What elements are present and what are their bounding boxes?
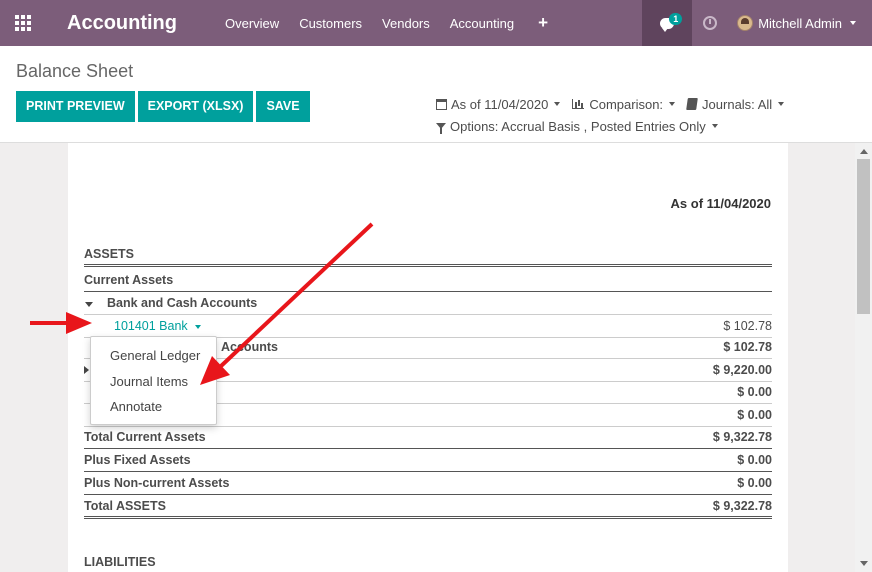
calendar-icon [436, 98, 447, 110]
caret-down-icon [554, 102, 561, 106]
activity-clock-icon[interactable] [703, 16, 718, 30]
row-amount: $ 102.78 [723, 340, 772, 354]
row-amount: $ 9,220.00 [712, 363, 772, 377]
menu-vendors[interactable]: Vendors [382, 16, 430, 31]
caret-down-icon[interactable] [194, 324, 201, 329]
account-context-menu: General Ledger Journal Items Annotate [90, 336, 217, 425]
action-buttons: PRINT PREVIEW EXPORT (XLSX) SAVE [16, 91, 313, 122]
menu-accounting[interactable]: Accounting [450, 16, 514, 31]
app-brand[interactable]: Accounting [67, 12, 177, 35]
options-filter[interactable]: Options: Accrual Basis , Posted Entries … [436, 119, 718, 134]
caret-down-icon [778, 102, 785, 106]
row-total-current-assets: Total Current Assets $ 9,322.78 [84, 426, 772, 449]
menu-item-general-ledger[interactable]: General Ledger [91, 343, 216, 369]
row-amount: $ 0.00 [737, 453, 772, 467]
menu-item-journal-items[interactable]: Journal Items [91, 369, 216, 395]
scrollbar-thumb[interactable] [857, 159, 870, 314]
scroll-up-arrow-icon[interactable] [860, 149, 868, 154]
journals-filter[interactable]: Journals: All [686, 96, 785, 112]
plus-icon[interactable]: + [538, 13, 548, 33]
row-current-assets[interactable]: Current Assets [84, 269, 772, 292]
caret-down-icon[interactable] [850, 21, 856, 25]
row-label: Total ASSETS [84, 499, 166, 513]
filter-icon [436, 123, 446, 134]
page-title: Balance Sheet [16, 61, 134, 81]
row-plus-non-current-assets[interactable]: Plus Non-current Assets $ 0.00 [84, 472, 772, 495]
comparison-label: Comparison: [589, 96, 664, 112]
row-label: Plus Non-current Assets [84, 476, 230, 490]
user-menu[interactable]: Mitchell Admin [758, 16, 842, 31]
options-label: Options: Accrual Basis , Posted Entries … [450, 118, 706, 134]
row-label: Total Current Assets [84, 430, 206, 444]
vertical-scrollbar[interactable] [855, 143, 872, 572]
row-amount: $ 9,322.78 [712, 430, 772, 444]
menu-customers[interactable]: Customers [299, 16, 362, 31]
row-amount: $ 0.00 [737, 476, 772, 490]
menu-item-annotate[interactable]: Annotate [91, 394, 216, 420]
row-label: Plus Fixed Assets [84, 453, 191, 467]
avatar[interactable] [737, 15, 754, 31]
apps-menu-icon[interactable] [0, 0, 46, 46]
row-total-assets: Total ASSETS $ 9,322.78 [84, 496, 772, 519]
report-filters: As of 11/04/2020 Comparison: Journals: A… [436, 93, 796, 137]
book-icon [686, 98, 698, 110]
section-assets: ASSETS [84, 244, 772, 267]
row-label: Current Assets [84, 273, 174, 287]
row-amount: $ 102.78 [723, 319, 772, 333]
section-label: LIABILITIES [84, 554, 156, 569]
caret-down-icon[interactable] [85, 302, 93, 307]
row-amount: $ 9,322.78 [712, 499, 772, 513]
print-preview-button[interactable]: PRINT PREVIEW [16, 91, 135, 122]
row-amount: $ 0.00 [737, 385, 772, 399]
journals-label: Journals: All [702, 96, 773, 112]
bar-chart-icon [572, 99, 585, 109]
comparison-filter[interactable]: Comparison: [572, 96, 676, 112]
navbar-systray: 1 Mitchell Admin [642, 0, 872, 46]
top-navbar: Accounting Overview Customers Vendors Ac… [0, 0, 872, 46]
row-bank-account: 101401 Bank $ 102.78 [84, 315, 772, 338]
row-bank-cash[interactable]: Bank and Cash Accounts [84, 292, 772, 315]
menu-overview[interactable]: Overview [225, 16, 279, 31]
date-filter-label: As of 11/04/2020 [451, 96, 549, 112]
control-panel: Balance Sheet PRINT PREVIEW EXPORT (XLSX… [0, 46, 872, 143]
save-button[interactable]: SAVE [256, 91, 310, 122]
caret-right-icon[interactable] [84, 366, 89, 374]
caret-down-icon [711, 124, 718, 128]
export-xlsx-button[interactable]: EXPORT (XLSX) [137, 91, 254, 122]
row-plus-fixed-assets[interactable]: Plus Fixed Assets $ 0.00 [84, 449, 772, 472]
scroll-down-arrow-icon[interactable] [860, 561, 868, 566]
row-amount: $ 0.00 [737, 408, 772, 422]
section-label: ASSETS [84, 247, 135, 261]
bank-account-link[interactable]: 101401 Bank [114, 319, 188, 333]
report-date: As of 11/04/2020 [670, 196, 771, 211]
discuss-button[interactable]: 1 [642, 0, 693, 46]
row-label: Bank and Cash Accounts [107, 296, 258, 310]
section-liabilities: LIABILITIES [84, 550, 772, 572]
main-menu: Overview Customers Vendors Accounting + [225, 13, 568, 33]
caret-down-icon [669, 102, 676, 106]
chat-badge: 1 [669, 13, 683, 25]
date-filter[interactable]: As of 11/04/2020 [436, 96, 561, 112]
